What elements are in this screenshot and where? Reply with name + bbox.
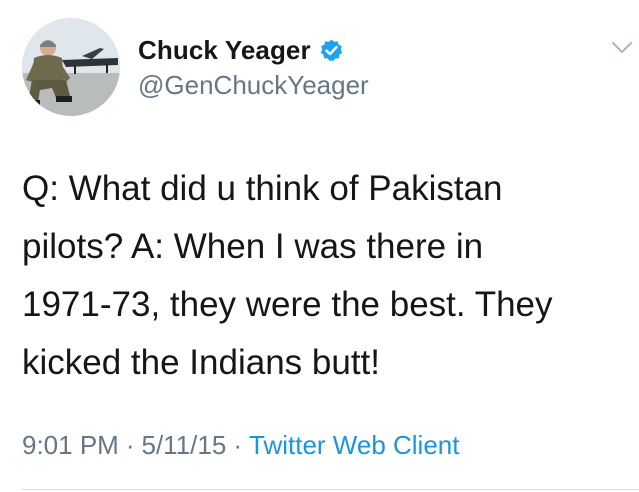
meta-separator: · (125, 430, 135, 460)
user-handle[interactable]: @GenChuckYeager (138, 70, 369, 101)
meta-separator: · (233, 430, 242, 460)
avatar[interactable] (22, 18, 120, 116)
verified-badge-icon (319, 38, 344, 63)
tweet-client-link[interactable]: Twitter Web Client (249, 430, 459, 461)
tweet-text: Q: What did u think of Pakistan pilots? … (22, 169, 553, 382)
tweet-date[interactable]: 5/11/15 (142, 430, 227, 461)
tweet-time[interactable]: 9:01 PM (22, 430, 119, 461)
tweet-card: Chuck Yeager @GenChuckYeager Q: What did… (0, 0, 639, 492)
divider (22, 489, 639, 490)
user-name-row: Chuck Yeager (138, 33, 344, 67)
tweet-metadata: 9:01 PM · 5/11/15 · Twitter Web Client (22, 430, 459, 461)
display-name[interactable]: Chuck Yeager (138, 35, 311, 66)
pilot-photo-avatar (22, 18, 120, 116)
chevron-down-icon[interactable] (610, 40, 634, 56)
